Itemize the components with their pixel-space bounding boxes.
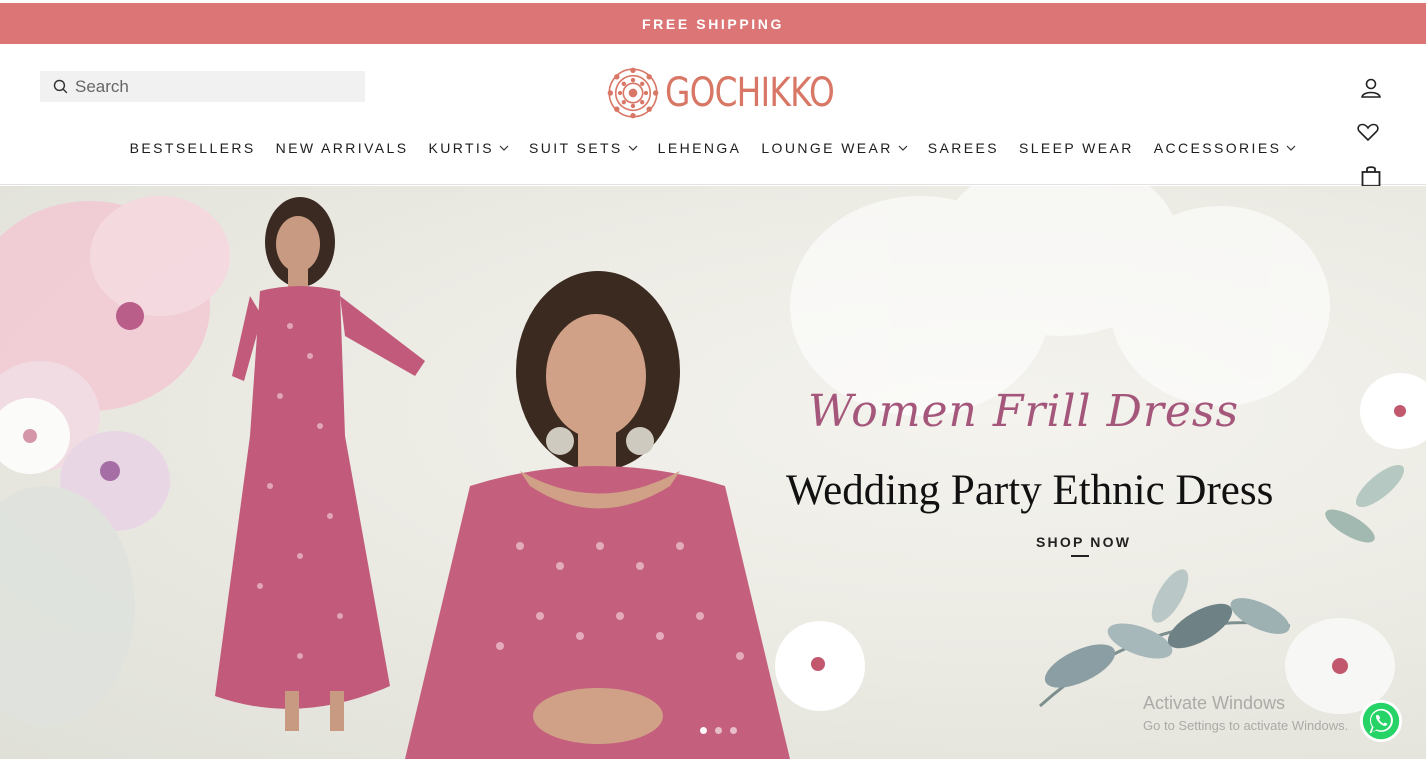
nav-item-accessories[interactable]: ACCESSORIES — [1154, 140, 1297, 156]
chevron-down-icon — [628, 145, 638, 151]
nav-item-label: BESTSELLERS — [129, 140, 256, 156]
nav-item-lehenga[interactable]: LEHENGA — [658, 140, 742, 156]
chevron-down-icon — [1286, 145, 1296, 151]
search-bar[interactable] — [40, 71, 365, 102]
announcement-bar: FREE SHIPPING — [0, 3, 1426, 44]
site-header: GOCHIKKO BESTSELLERS NEW ARRIVALS KURTIS… — [0, 44, 1426, 187]
nav-item-label: SUIT SETS — [528, 140, 623, 156]
hero-banner[interactable]: Women Frill Dress Wedding Party Ethnic D… — [0, 186, 1426, 759]
nav-item-label: SAREES — [927, 140, 999, 156]
shopping-bag-icon — [1361, 166, 1381, 187]
search-input[interactable] — [75, 76, 335, 97]
nav-item-label: LEHENGA — [657, 140, 742, 156]
search-icon — [53, 79, 68, 94]
nav-item-new-arrivals[interactable]: NEW ARRIVALS — [276, 140, 409, 156]
account-button[interactable] — [1358, 75, 1384, 101]
slider-dot[interactable] — [730, 727, 737, 734]
nav-item-sarees[interactable]: SAREES — [928, 140, 999, 156]
nav-item-label: LOUNGE WEAR — [761, 140, 893, 156]
windows-activation-title: Activate Windows — [1143, 693, 1286, 713]
main-navigation: BESTSELLERS NEW ARRIVALS KURTIS SUIT SET… — [0, 138, 1426, 158]
slider-dot[interactable] — [700, 727, 707, 734]
whatsapp-icon — [1359, 699, 1403, 743]
nav-item-label: NEW ARRIVALS — [275, 140, 409, 156]
whatsapp-chat-button[interactable] — [1358, 698, 1404, 744]
slider-dot[interactable] — [715, 727, 722, 734]
nav-item-bestsellers[interactable]: BESTSELLERS — [130, 140, 256, 156]
user-icon — [1361, 78, 1381, 98]
hero-title: Wedding Party Ethnic Dress — [786, 467, 1274, 514]
nav-item-label: KURTIS — [428, 140, 494, 156]
shop-now-link[interactable]: SHOP NOW — [1036, 534, 1131, 550]
shop-now-underline — [1071, 555, 1089, 557]
hero-script-title: Women Frill Dress — [808, 386, 1240, 437]
brand-logo-text: GOCHIKKO — [665, 70, 835, 116]
chevron-down-icon — [499, 145, 509, 151]
nav-item-sleep-wear[interactable]: SLEEP WEAR — [1019, 140, 1134, 156]
chevron-down-icon — [898, 145, 908, 151]
nav-item-label: ACCESSORIES — [1153, 140, 1282, 156]
slider-dots — [700, 727, 737, 734]
mandala-logo-icon — [607, 67, 659, 119]
brand-logo[interactable]: GOCHIKKO — [606, 66, 871, 120]
announcement-text: FREE SHIPPING — [642, 15, 784, 32]
windows-activation-subtitle: Go to Settings to activate Windows. — [1143, 718, 1349, 733]
nav-item-suit-sets[interactable]: SUIT SETS — [529, 140, 638, 156]
nav-item-kurtis[interactable]: KURTIS — [428, 140, 509, 156]
nav-item-lounge-wear[interactable]: LOUNGE WEAR — [761, 140, 908, 156]
nav-item-label: SLEEP WEAR — [1019, 140, 1134, 156]
